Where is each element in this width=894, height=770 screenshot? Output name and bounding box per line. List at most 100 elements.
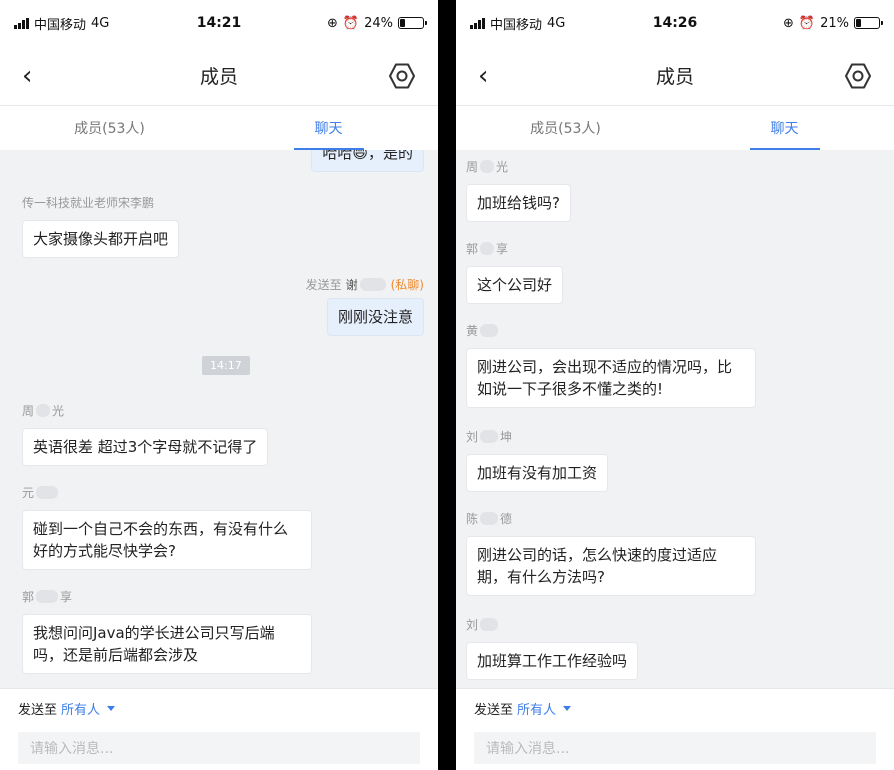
sender-name-start: 陈 [466,512,479,526]
composer: 发送至 所有人 请输入消息... [456,688,894,770]
sender-name-start: 黄 [466,324,479,338]
page-title: 成员 [655,66,694,88]
message-bubble: 加班算工作工作经验吗 [466,642,639,680]
back-icon[interactable]: ‹ [22,63,32,89]
message-bubble: 碰到一个自己不会的东西，有没有什么好的方式能尽快学会? [22,510,312,570]
carrier-label: 中国移动 [490,17,543,33]
send-to-label: 发送至 [18,703,58,718]
redacted-name [36,590,59,603]
carrier-label: 中国移动 [34,17,87,33]
message-item: 元 碰到一个自己不会的东西，有没有什么好的方式能尽快学会? [22,484,312,570]
private-chat-tag: (私聊) [390,278,424,292]
alarm-icon: ⏰ [798,15,816,31]
message-sender: 周 光 [466,158,571,175]
message-bubble: 刚进公司，会出现不适应的情况吗，比如说一下子很多不懂之类的! [466,348,756,408]
tab-chat[interactable]: 聊天 [675,106,894,150]
battery-fill [400,19,406,27]
audience-selector[interactable]: 发送至 所有人 [474,699,876,718]
message-item: 哈哈😄，是的 [311,150,424,172]
network-label: 4G [547,15,566,31]
nav-bar: ‹ 成员 [456,46,894,106]
send-to-label: 发送至 [474,703,514,718]
tab-bar: 成员(53人) 聊天 [0,106,438,150]
sender-name-start: 郭 [466,242,479,256]
battery-icon [398,17,427,29]
message-bubble: 我想问问Java的学长进公司只写后端吗，还是前后端都会涉及 [22,614,312,674]
message-bubble: 哈哈😄，是的 [311,150,424,172]
message-sender: 传一科技就业老师宋李鹏 [22,196,155,210]
redacted-name [480,430,499,443]
sender-name-end: 光 [496,160,509,174]
message-sender: 刘 [466,616,638,633]
private-message-header: 发送至 谢 (私聊) [306,276,424,293]
status-time: 14:21 [196,15,242,31]
tab-members[interactable]: 成员(53人) [0,106,219,150]
alarm-icon: ⏰ [342,15,360,31]
message-sender: 元 [22,484,312,501]
message-sender: 黄 [466,322,756,339]
message-item: 郭 享 我想问问Java的学长进公司只写后端吗，还是前后端都会涉及 [22,588,312,674]
recipient-name: 谢 [345,278,358,292]
message-item: 传一科技就业老师宋李鹏 大家摄像头都开启吧 [22,194,180,258]
audience-value[interactable]: 所有人 [61,699,100,718]
message-input[interactable]: 请输入消息... [18,732,420,764]
message-input[interactable]: 请输入消息... [474,732,876,764]
tab-members[interactable]: 成员(53人) [456,106,675,150]
caret-down-icon[interactable] [107,706,116,711]
status-time: 14:26 [652,15,698,31]
battery-percent: 24% [364,15,393,31]
chat-area[interactable]: 周 光 加班给钱吗? 郭 享 这个公司好 黄 刚进公司，会出现不适应的情况吗，比… [456,150,894,688]
sender-name-end: 享 [60,590,73,604]
message-bubble: 加班给钱吗? [466,184,571,222]
settings-gear-icon[interactable] [388,62,416,90]
message-item: 刘 坤 加班有没有加工资 [466,428,609,492]
chat-area[interactable]: 哈哈😄，是的 传一科技就业老师宋李鹏 大家摄像头都开启吧 发送至 谢 (私聊) … [0,150,438,688]
message-sender: 郭 享 [466,240,563,257]
redacted-name [480,512,499,525]
message-bubble: 这个公司好 [466,266,564,304]
right-phone-screen: 中国移动 4G 14:26 ⊕ ⏰ 21% ‹ 成员 成员(53人) 聊天 周 … [456,0,894,770]
audience-selector[interactable]: 发送至 所有人 [18,699,420,718]
status-bar: 中国移动 4G 14:21 ⊕ ⏰ 24% [0,0,438,46]
settings-gear-icon[interactable] [844,62,872,90]
message-sender: 陈 德 [466,510,756,527]
redacted-name [480,242,495,255]
message-item: 郭 享 这个公司好 [466,240,564,304]
caret-down-icon[interactable] [563,706,572,711]
message-sender: 郭 享 [22,588,312,605]
left-phone-screen: 中国移动 4G 14:21 ⊕ ⏰ 24% ‹ 成员 成员(53人) 聊天 哈哈… [0,0,438,770]
back-icon[interactable]: ‹ [478,63,488,89]
redacted-name [480,324,499,337]
redacted-name [36,486,59,499]
message-item: 陈 德 刚进公司的话，怎么快速的度过适应期，有什么方法吗? [466,510,756,596]
send-to-prefix: 发送至 [305,278,342,292]
sender-name-end: 光 [52,404,65,418]
message-bubble: 刚进公司的话，怎么快速的度过适应期，有什么方法吗? [466,536,756,596]
composer: 发送至 所有人 请输入消息... [0,688,438,770]
sender-name-start: 周 [22,404,35,418]
message-bubble: 刚刚没注意 [326,298,424,336]
orientation-lock-icon: ⊕ [783,15,794,31]
redacted-name [480,618,499,631]
nav-bar: ‹ 成员 [0,46,438,106]
sender-name-start: 周 [466,160,479,174]
tab-bar: 成员(53人) 聊天 [456,106,894,150]
signal-icon [14,17,29,29]
status-bar: 中国移动 4G 14:26 ⊕ ⏰ 21% [456,0,894,46]
message-bubble: 英语很差 超过3个字母就不记得了 [22,428,269,466]
audience-value[interactable]: 所有人 [517,699,556,718]
orientation-lock-icon: ⊕ [327,15,338,31]
tab-chat[interactable]: 聊天 [219,106,438,150]
sender-name-start: 刘 [466,618,479,632]
redacted-name [480,160,495,173]
message-sender: 刘 坤 [466,428,608,445]
sender-name-end: 享 [496,242,509,256]
message-item: 周 光 加班给钱吗? [466,158,571,222]
message-item: 刘 加班算工作工作经验吗 [466,616,639,680]
signal-icon [470,17,485,29]
sender-name-end: 坤 [500,430,513,444]
message-bubble: 大家摄像头都开启吧 [22,220,180,258]
sender-name-start: 元 [22,486,35,500]
timestamp-badge: 14:17 [202,356,250,375]
message-bubble: 加班有没有加工资 [466,454,609,492]
